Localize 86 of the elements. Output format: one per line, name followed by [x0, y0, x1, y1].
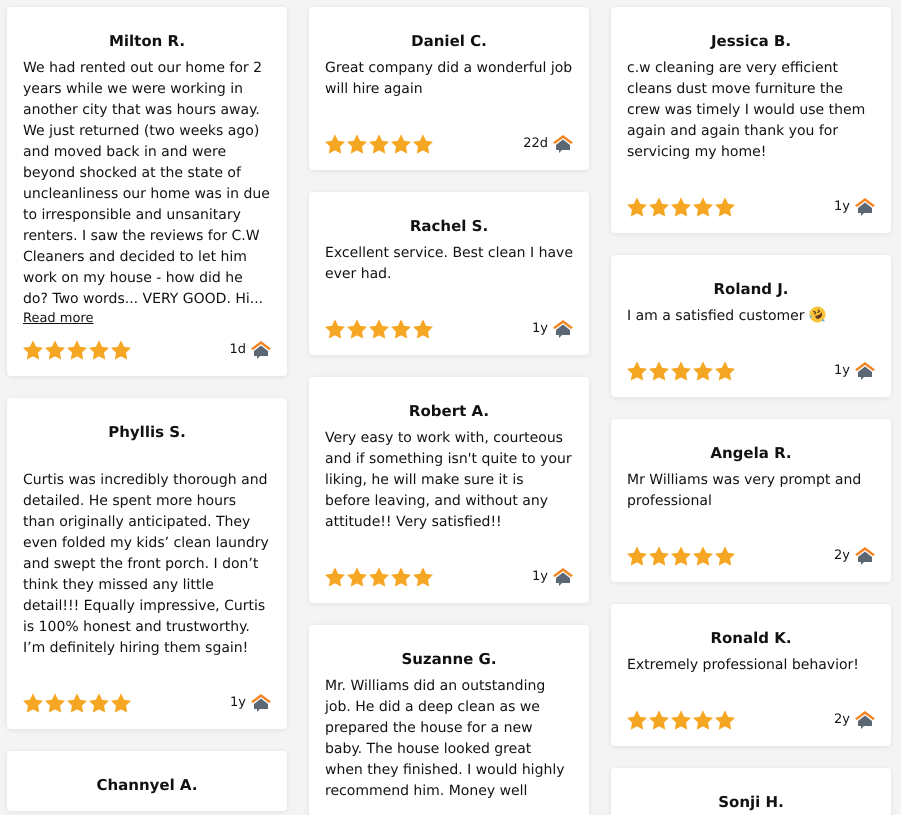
reviewer-name: Rachel S. [410, 216, 488, 236]
star-icon [325, 319, 345, 339]
review-text: c.w cleaning are very efficient cleans dust move furniture the crew was timely I would use them again and again thank you for servicing my home! [627, 60, 866, 160]
star-icon [671, 710, 691, 730]
review-age: 2y [834, 712, 850, 728]
house-icon [553, 135, 573, 153]
review-text: Curtis was incredibly thorough and detailed. He spent more hours than originally anticipated. They even folded my kids’ clean laundry and swept the front porch. I don’t think they missed any little detail!!! Equally impressive, Curtis is 100% honest and trustworthy. I’m definitely hiring them sgain! [23, 472, 269, 656]
reviewer-name: Suzanne G. [401, 649, 497, 669]
star-icon [413, 134, 433, 154]
star-icon [715, 710, 735, 730]
review-age: 1y [834, 363, 850, 379]
star-icon [347, 567, 367, 587]
review-age: 1y [532, 321, 548, 337]
star-icon [693, 361, 713, 381]
star-icon [627, 361, 647, 381]
star-icon [413, 567, 433, 587]
star-icon [649, 710, 669, 730]
reviewer-name: Jessica B. [710, 31, 792, 51]
review-text: We had rented out our home for 2 years while we were working in another city that was hours away. We just returned (two weeks ago) and moved back in and were beyond shocked at the state of uncleanliness our home was in due to irresponsible and unsanitary renters. I saw the reviews for C.W Cleaners and decided to let him work on my house - how did he do? Two words... VERY GOOD. Hi... [23, 60, 270, 307]
reviewer-name: Roland J. [713, 279, 789, 299]
review-age: 1y [834, 199, 850, 215]
star-icon [671, 197, 691, 217]
star-icon [347, 319, 367, 339]
review-age: 1y [230, 695, 246, 711]
house-icon [251, 694, 271, 712]
review-text: Mr. Williams did an outstanding job. He did a deep clean as we prepared the house for a new baby. The house looked great when they finished. I would highly recommend him. Money well [325, 678, 565, 799]
star-icon [111, 340, 131, 360]
house-icon [855, 711, 875, 729]
reviewer-name: Milton R. [108, 31, 186, 51]
star-icon [347, 134, 367, 154]
star-icon [111, 693, 131, 713]
star-icon [391, 134, 411, 154]
house-icon [251, 341, 271, 359]
review-age: 2y [834, 548, 850, 564]
star-icon [627, 197, 647, 217]
house-icon [855, 547, 875, 565]
star-icon [413, 319, 433, 339]
star-icon [627, 710, 647, 730]
star-icon [671, 361, 691, 381]
star-icon [649, 546, 669, 566]
star-icon [45, 693, 65, 713]
reviewer-name: Daniel C. [411, 31, 487, 51]
house-icon [855, 198, 875, 216]
star-icon [369, 319, 389, 339]
review-text: Mr Williams was very prompt and professional [627, 472, 862, 509]
star-icon [23, 340, 43, 360]
review-text: Excellent service. Best clean I have ever had. [325, 245, 573, 282]
star-icon [693, 197, 713, 217]
reviewer-name: Ronald K. [710, 628, 792, 648]
star-icon [325, 567, 345, 587]
star-icon [715, 197, 735, 217]
reviewer-name: Angela R. [710, 443, 792, 463]
star-icon [627, 546, 647, 566]
star-icon [693, 710, 713, 730]
star-icon [649, 197, 669, 217]
star-icon [67, 340, 87, 360]
review-age: 1y [532, 569, 548, 585]
house-icon [553, 320, 573, 338]
star-icon [671, 546, 691, 566]
star-icon [369, 134, 389, 154]
star-icon [89, 693, 109, 713]
reviewer-name: Sonji H. [718, 792, 784, 812]
star-icon [67, 693, 87, 713]
review-text: Very easy to work with, courteous and if something isn't quite to your liking, he will make sure it is before leaving, and without any attitude!! Very satisfied!! [325, 430, 572, 530]
review-text: I am a satisfied customer [627, 308, 805, 324]
star-icon [369, 567, 389, 587]
star-icon [693, 546, 713, 566]
reviewer-name: Robert A. [408, 401, 490, 421]
star-icon [45, 340, 65, 360]
star-icon [715, 546, 735, 566]
star-icon [325, 134, 345, 154]
reviewer-name: Channyel A. [96, 775, 198, 795]
house-icon [855, 362, 875, 380]
star-icon [391, 567, 411, 587]
house-icon [553, 568, 573, 586]
star-icon [391, 319, 411, 339]
review-age: 22d [523, 136, 548, 152]
reviewer-name: Phyllis S. [108, 422, 186, 442]
review-age: 1d [229, 342, 246, 358]
star-icon [89, 340, 109, 360]
read-more-link[interactable]: Read more [23, 310, 94, 328]
star-icon [715, 361, 735, 381]
review-text: Extremely professional behavior! [627, 657, 859, 673]
star-icon [23, 693, 43, 713]
star-icon [649, 361, 669, 381]
review-text: Great company did a wonderful job will hire again [325, 60, 572, 97]
